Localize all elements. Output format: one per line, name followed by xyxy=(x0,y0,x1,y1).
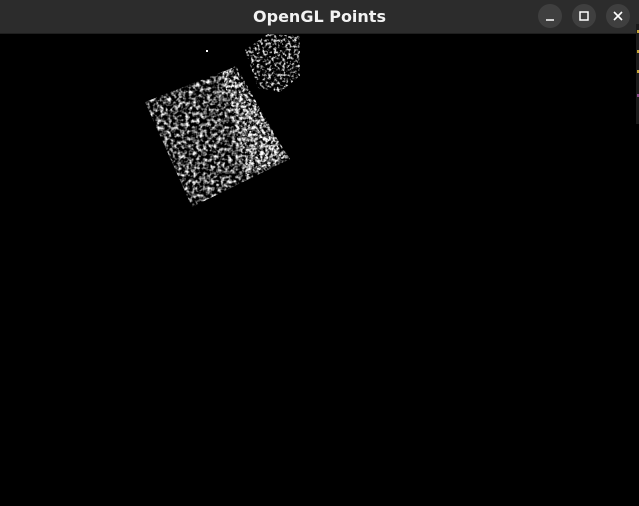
maximize-icon xyxy=(579,11,589,21)
close-icon xyxy=(613,11,623,21)
point-scatter xyxy=(245,34,300,92)
maximize-button[interactable] xyxy=(572,4,596,28)
point-cloud xyxy=(145,34,300,207)
opengl-canvas[interactable] xyxy=(0,34,639,506)
title-bar[interactable]: OpenGL Points xyxy=(0,0,639,34)
minimize-icon xyxy=(546,19,554,21)
minimize-button[interactable] xyxy=(538,4,562,28)
stray-point xyxy=(206,50,208,52)
close-button[interactable] xyxy=(606,4,630,28)
app-window: OpenGL Points xyxy=(0,0,639,506)
